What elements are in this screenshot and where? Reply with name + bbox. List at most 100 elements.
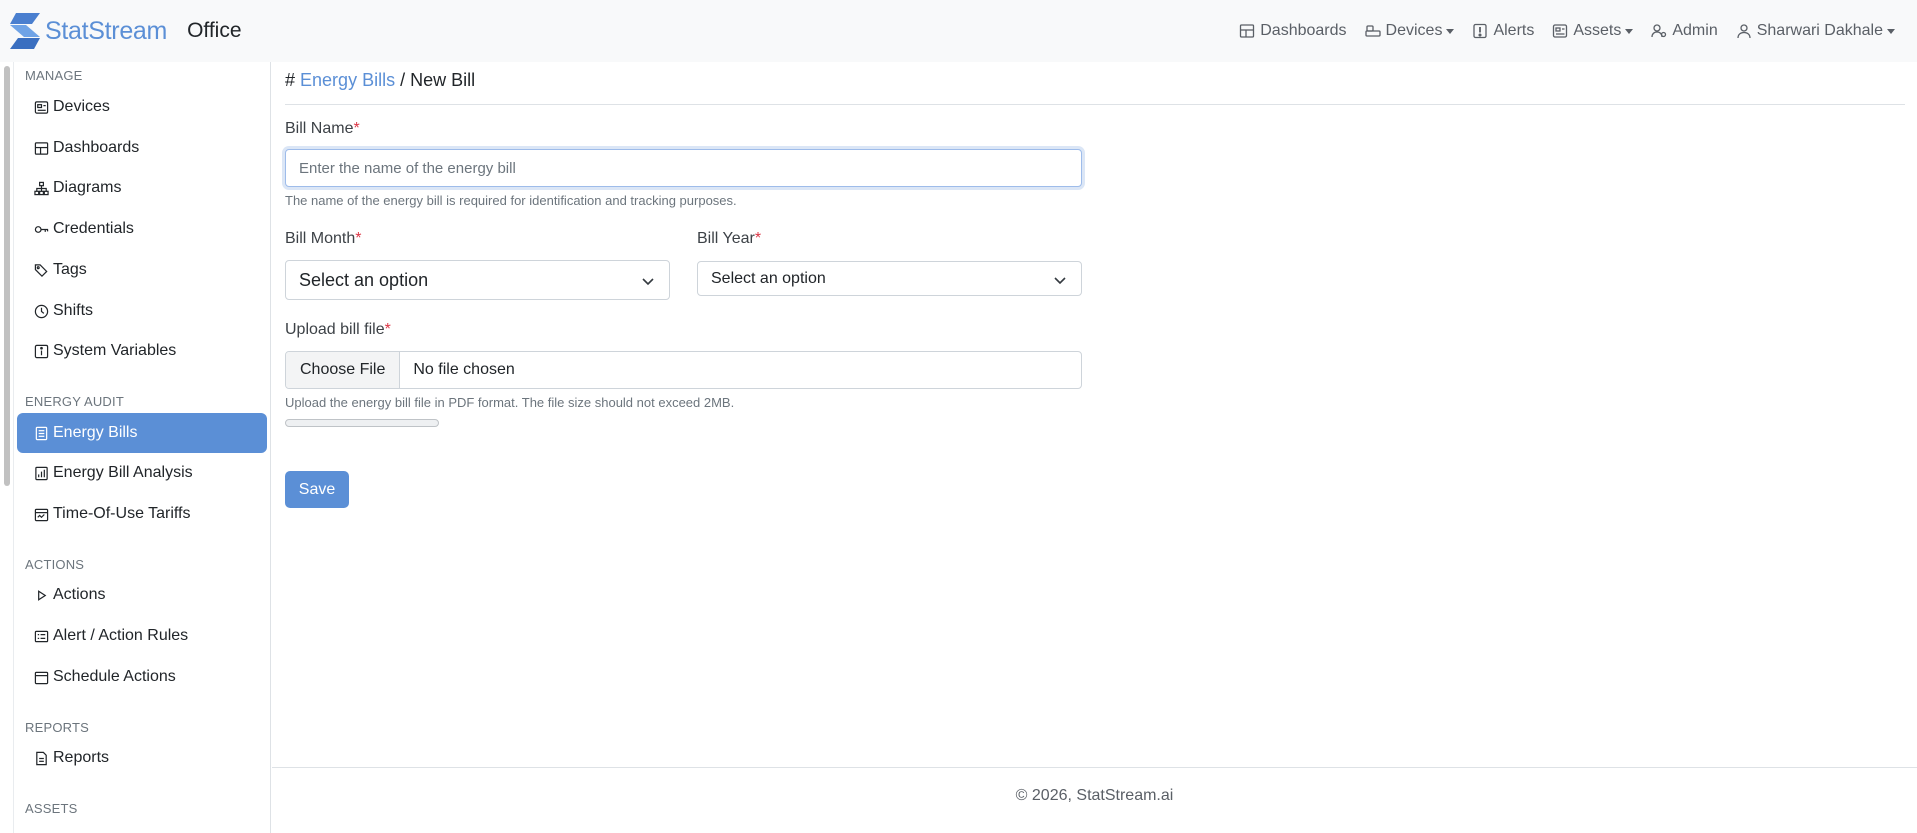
nav-user-label: Sharwari Dakhale [1756,22,1883,39]
admin-icon [1651,24,1667,38]
nav-assets-label: Assets [1573,22,1622,39]
nav-devices[interactable]: Devices [1364,22,1455,40]
sidebar-item-devices[interactable]: Devices [17,87,267,127]
sidebar-section-reports: REPORTS [25,720,90,735]
bill-month-select[interactable]: Select an option [285,260,670,300]
calendar-icon [34,508,49,521]
bill-name-input[interactable] [285,149,1082,187]
sidebar-item-label: Energy Bill Analysis [53,464,193,481]
calendar-icon [34,671,49,684]
breadcrumb: # Energy Bills / New Bill [285,70,475,91]
sidebar-item-label: Tags [53,261,87,278]
bill-year-selected: Select an option [711,269,826,287]
sidebar-item-label: Dashboards [53,139,140,156]
bill-name-label-text: Bill Name [285,120,354,137]
bill-name-label: Bill Name* [285,120,360,138]
sidebar-item-dashboards[interactable]: Dashboards [17,128,267,168]
nav-assets[interactable]: Assets [1552,22,1634,40]
bill-month-selected: Select an option [299,269,429,290]
diagram-icon [34,181,49,195]
alert-icon [1473,23,1488,39]
rules-icon [34,630,49,642]
sidebar-item-label: Diagrams [53,179,122,196]
key-icon [34,225,49,233]
choose-file-button[interactable]: Choose File [286,352,401,388]
file-status: No file chosen [413,361,515,378]
nav-devices-label: Devices [1385,22,1443,39]
nav-dashboards-label: Dashboards [1260,22,1347,39]
upload-help: Upload the energy bill file in PDF forma… [285,395,735,410]
play-icon [38,589,47,601]
footer-divider [272,767,1917,768]
dashboard-icon [1240,24,1255,38]
sidebar-section-energy-audit: ENERGY AUDIT [25,394,124,409]
sidebar-item-diagrams[interactable]: Diagrams [17,168,267,208]
sidebar-section-actions: ACTIONS [25,557,85,572]
sidebar-item-energy-bill-analysis[interactable]: Energy Bill Analysis [17,453,267,493]
nav-dashboards[interactable]: Dashboards [1239,22,1347,40]
sidebar-item-label: Schedule Actions [53,668,176,685]
sidebar-item-actions[interactable]: Actions [17,575,267,615]
sidebar-scrollbar[interactable] [4,66,10,486]
chart-icon [35,466,48,480]
nav-admin[interactable]: Admin [1651,22,1718,40]
user-icon [1737,24,1751,39]
required-mark: * [384,321,391,338]
sidebar-item-schedule-actions[interactable]: Schedule Actions [17,657,267,697]
required-mark: * [754,230,762,247]
nav-alerts-label: Alerts [1493,22,1535,39]
sidebar-item-label: Reports [53,749,110,766]
sidebar-section-manage: MANAGE [25,68,83,83]
sidebar-item-label: Energy Bills [53,424,138,441]
breadcrumb-energy-bills-link[interactable]: Energy Bills [300,70,395,90]
nav-user-menu[interactable]: Sharwari Dakhale [1736,22,1895,40]
dashboard-icon [34,141,49,155]
breadcrumb-current: New Bill [410,70,476,90]
bill-month-label-text: Bill Month [285,230,356,247]
chevron-down-icon [642,278,654,286]
brand-link[interactable]: StatStream Office [10,13,242,49]
brand-name: StatStream [45,16,168,45]
breadcrumb-separator: / [400,70,406,90]
sidebar-item-energy-bills[interactable]: Energy Bills [17,413,267,453]
bill-year-label: Bill Year* [697,230,761,248]
tags-icon [34,263,48,277]
required-mark: * [355,230,362,247]
footer-copyright: © 2026, StatStream.ai [1015,787,1174,804]
sidebar-item-label: Devices [53,98,110,115]
sidebar-item-credentials[interactable]: Credentials [17,209,267,249]
sidebar-item-label: Actions [53,586,106,603]
chevron-down-icon [1054,277,1066,285]
sidebar-item-label: Credentials [53,220,134,237]
sidebar-item-reports[interactable]: Reports [17,738,267,778]
top-nav-menu: Dashboards Devices Alerts Assets Admin S… [1239,22,1895,40]
devices-icon [1364,25,1381,37]
sidebar-scrollbar-track [13,62,14,833]
assets-icon [1553,24,1568,38]
chevron-down-icon [1625,28,1634,34]
breadcrumb-hash: # [285,70,296,90]
report-icon [36,751,47,765]
sidebar-item-label: Shifts [53,302,94,319]
sidebar-item-tags[interactable]: Tags [17,250,267,290]
sidebar: MANAGE Devices Dashboards Diagrams Crede… [0,62,271,833]
bill-year-select[interactable]: Select an option [697,261,1082,296]
sidebar-item-label: Time-Of-Use Tariffs [53,505,191,522]
sidebar-item-system-variables[interactable]: System Variables [17,331,267,371]
main-content: # Energy Bills / New Bill Bill Name* The… [272,62,1917,833]
sidebar-item-label: Alert / Action Rules [53,627,189,644]
nav-alerts[interactable]: Alerts [1472,22,1534,40]
bill-month-label: Bill Month* [285,230,361,248]
sidebar-item-shifts[interactable]: Shifts [17,291,267,331]
site-name: Office [187,19,242,42]
breadcrumb-divider [285,104,1905,105]
save-button[interactable]: Save [285,471,349,508]
statstream-logo-icon [10,13,40,49]
bill-icon [35,426,48,440]
sidebar-item-label: System Variables [53,342,177,359]
bill-file-input[interactable]: Choose File No file chosen [285,351,1082,389]
upload-label-text: Upload bill file [285,321,385,338]
sidebar-item-time-of-use-tariffs[interactable]: Time-Of-Use Tariffs [17,494,267,534]
devices-icon [34,100,49,114]
sidebar-item-alert-action-rules[interactable]: Alert / Action Rules [17,616,267,656]
